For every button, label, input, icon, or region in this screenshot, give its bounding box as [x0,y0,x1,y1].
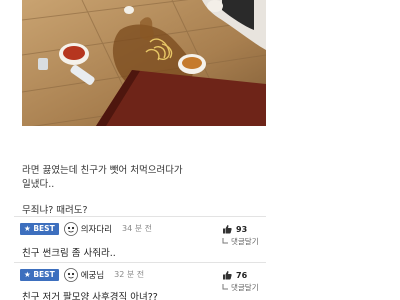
like-count: 76 [236,270,248,280]
post-body: 라면 끓였는데 친구가 뺏어 처먹으려다가 일냈다.. 무죄냐? 때려도? [22,164,272,218]
best-badge: ★ BEST [20,222,59,235]
reply-button[interactable]: 댓글달기 [222,282,259,293]
comment-time: 34 분 전 [121,224,152,233]
reply-arrow-icon [222,238,228,244]
avatar[interactable] [63,267,78,282]
comment-text: 친구 썬크림 좀 사줘라.. [22,248,116,259]
comments-divider [14,262,266,263]
reply-button[interactable]: 댓글달기 [222,236,259,247]
reply-label: 댓글달기 [231,237,259,246]
comment-nickname[interactable]: 에궁님 [81,269,104,281]
post-text-line: 일냈다.. [22,179,55,190]
reply-arrow-icon [222,284,228,290]
reply-label: 댓글달기 [231,283,259,292]
like-button[interactable]: 76 [222,270,247,280]
post-photo [22,0,266,126]
post-text-line: 라면 끓였는데 친구가 뺏어 처먹으려다가 [22,165,183,176]
like-count: 93 [236,224,248,234]
thumbs-up-icon [223,225,232,234]
best-badge: ★ BEST [20,268,59,281]
avatar[interactable] [63,221,78,236]
post-text-gap [22,192,272,204]
comment-header: ★ BEST 의자다리 34 분 전 [20,221,152,236]
like-button[interactable]: 93 [222,224,247,234]
thumbs-up-icon [223,271,232,280]
comment-header: ★ BEST 에궁님 32 분 전 [20,267,145,282]
comments-divider [14,216,266,217]
comment-time: 32 분 전 [114,270,145,279]
comment-nickname[interactable]: 의자다리 [81,223,112,235]
comment-text: 친구 저거 팔모양 사후경직 아녀?? [22,292,158,300]
